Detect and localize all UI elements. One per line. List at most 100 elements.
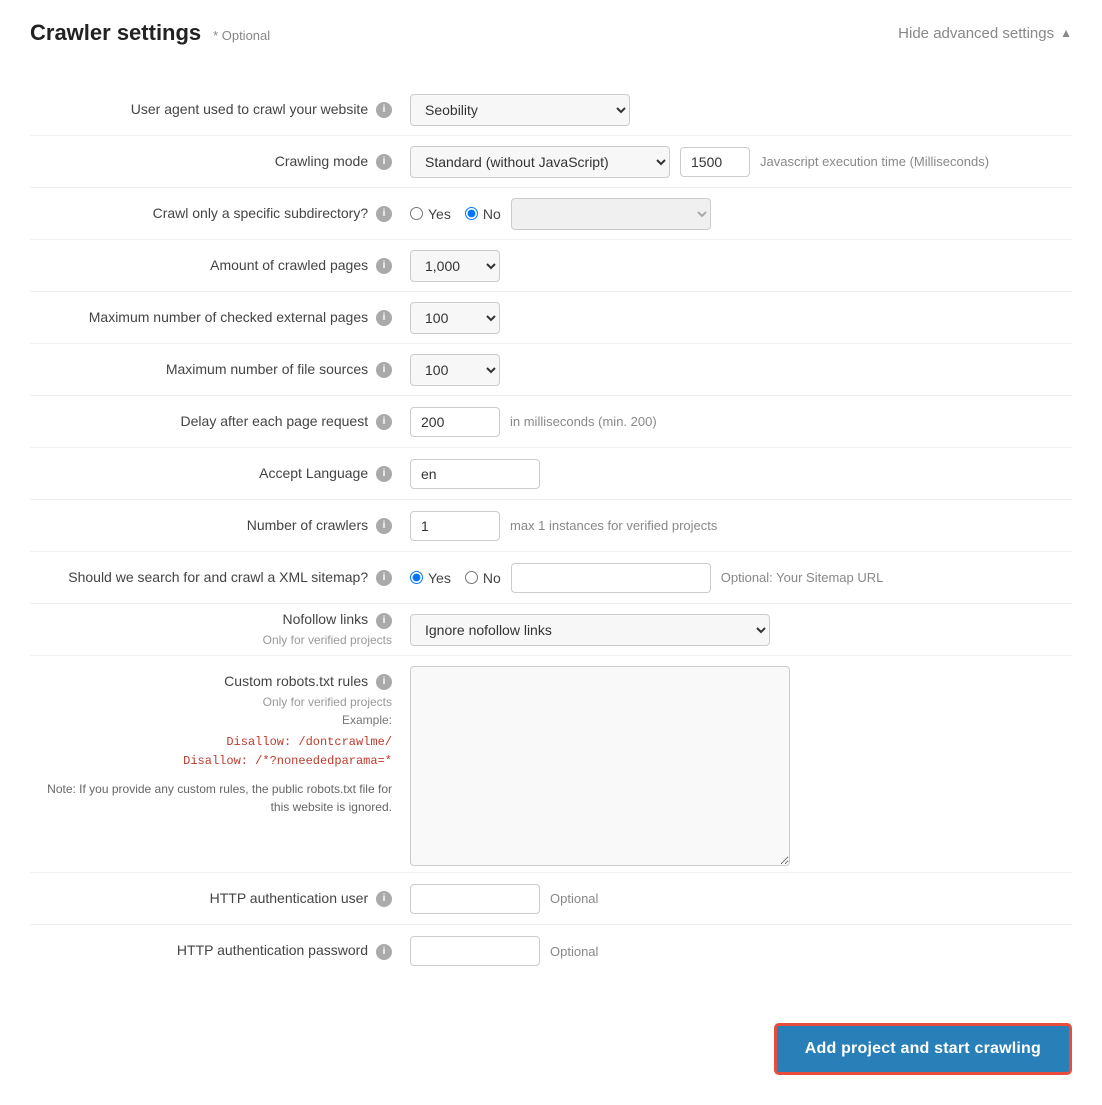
robots-example-line2: Disallow: /*?noneededparama=*: [30, 752, 392, 771]
page-title-group: Crawler settings * Optional: [30, 20, 270, 46]
http-password-input[interactable]: [410, 936, 540, 966]
http-user-info-icon[interactable]: i: [376, 891, 392, 907]
page-header: Crawler settings * Optional Hide advance…: [30, 20, 1072, 56]
file-sources-label: Maximum number of file sources i: [30, 360, 410, 380]
subdirectory-select[interactable]: [511, 198, 711, 230]
sitemap-url-hint: Optional: Your Sitemap URL: [721, 570, 884, 585]
accept-language-input[interactable]: [410, 459, 540, 489]
add-project-button[interactable]: Add project and start crawling: [774, 1023, 1072, 1075]
sitemap-url-input[interactable]: [511, 563, 711, 593]
accept-language-control: [410, 459, 1072, 489]
http-password-info-icon[interactable]: i: [376, 944, 392, 960]
xml-sitemap-info-icon[interactable]: i: [376, 570, 392, 586]
external-pages-select[interactable]: 100 50 200 500: [410, 302, 500, 334]
xml-sitemap-no-label[interactable]: No: [465, 570, 501, 586]
arrow-up-icon: ▲: [1060, 26, 1072, 40]
user-agent-label: User agent used to crawl your website i: [30, 100, 410, 120]
subdirectory-yes-radio[interactable]: [410, 207, 423, 220]
nofollow-label-col: Nofollow links i Only for verified proje…: [30, 610, 410, 648]
subdirectory-no-label[interactable]: No: [465, 206, 501, 222]
xml-sitemap-control: Yes No Optional: Your Sitemap URL: [410, 563, 1072, 593]
hide-advanced-button[interactable]: Hide advanced settings ▲: [898, 25, 1072, 42]
http-password-control: Optional: [410, 936, 1072, 966]
delay-info-icon[interactable]: i: [376, 414, 392, 430]
robots-txt-example-code: Disallow: /dontcrawlme/ Disallow: /*?non…: [30, 733, 392, 771]
robots-txt-info-icon[interactable]: i: [376, 674, 392, 690]
nofollow-sub-label: Only for verified projects: [30, 632, 392, 649]
accept-language-info-icon[interactable]: i: [376, 466, 392, 482]
js-time-hint: Javascript execution time (Milliseconds): [760, 154, 989, 169]
delay-row: Delay after each page request i in milli…: [30, 396, 1072, 448]
file-sources-select[interactable]: 100 50 200 500: [410, 354, 500, 386]
subdirectory-yes-label[interactable]: Yes: [410, 206, 451, 222]
num-crawlers-info-icon[interactable]: i: [376, 518, 392, 534]
subdirectory-label: Crawl only a specific subdirectory? i: [30, 204, 410, 224]
http-password-row: HTTP authentication password i Optional: [30, 925, 1072, 977]
xml-sitemap-label: Should we search for and crawl a XML sit…: [30, 568, 410, 588]
delay-hint: in milliseconds (min. 200): [510, 414, 657, 429]
xml-sitemap-yes-label[interactable]: Yes: [410, 570, 451, 586]
crawled-pages-info-icon[interactable]: i: [376, 258, 392, 274]
nofollow-row: Nofollow links i Only for verified proje…: [30, 604, 1072, 656]
crawled-pages-select[interactable]: 1,000 500 2,000 5,000 10,000: [410, 250, 500, 282]
xml-sitemap-radio-group: Yes No: [410, 570, 501, 586]
crawling-mode-control: Standard (without JavaScript) With JavaS…: [410, 146, 1072, 178]
external-pages-label: Maximum number of checked external pages…: [30, 308, 410, 328]
subdirectory-radio-group: Yes No: [410, 206, 501, 222]
robots-txt-textarea[interactable]: [410, 666, 790, 866]
robots-txt-row: Custom robots.txt rules i Only for verif…: [30, 656, 1072, 873]
crawling-mode-select[interactable]: Standard (without JavaScript) With JavaS…: [410, 146, 670, 178]
http-password-label: HTTP authentication password i: [30, 941, 410, 961]
crawling-mode-label: Crawling mode i: [30, 152, 410, 172]
robots-txt-label-col: Custom robots.txt rules i Only for verif…: [30, 666, 410, 816]
file-sources-row: Maximum number of file sources i 100 50 …: [30, 344, 1072, 396]
bottom-bar: Add project and start crawling: [30, 1007, 1072, 1075]
external-pages-info-icon[interactable]: i: [376, 310, 392, 326]
xml-sitemap-row: Should we search for and crawl a XML sit…: [30, 552, 1072, 604]
num-crawlers-input[interactable]: [410, 511, 500, 541]
subdirectory-control: Yes No: [410, 198, 1072, 230]
delay-input[interactable]: [410, 407, 500, 437]
xml-sitemap-yes-radio[interactable]: [410, 571, 423, 584]
xml-sitemap-no-radio[interactable]: [465, 571, 478, 584]
crawling-mode-row: Crawling mode i Standard (without JavaSc…: [30, 136, 1072, 188]
num-crawlers-label: Number of crawlers i: [30, 516, 410, 536]
user-agent-row: User agent used to crawl your website i …: [30, 84, 1072, 136]
user-agent-select[interactable]: Seobility Googlebot Custom: [410, 94, 630, 126]
file-sources-info-icon[interactable]: i: [376, 362, 392, 378]
robots-txt-control: [410, 666, 1072, 866]
accept-language-row: Accept Language i: [30, 448, 1072, 500]
user-agent-control: Seobility Googlebot Custom: [410, 94, 1072, 126]
http-user-hint: Optional: [550, 891, 598, 906]
user-agent-info-icon[interactable]: i: [376, 102, 392, 118]
nofollow-control: Ignore nofollow links Follow nofollow li…: [410, 614, 1072, 646]
crawled-pages-row: Amount of crawled pages i 1,000 500 2,00…: [30, 240, 1072, 292]
nofollow-select[interactable]: Ignore nofollow links Follow nofollow li…: [410, 614, 770, 646]
http-user-control: Optional: [410, 884, 1072, 914]
http-password-hint: Optional: [550, 944, 598, 959]
crawler-settings-form: User agent used to crawl your website i …: [30, 84, 1072, 977]
num-crawlers-control: max 1 instances for verified projects: [410, 511, 1072, 541]
http-user-row: HTTP authentication user i Optional: [30, 873, 1072, 925]
crawled-pages-control: 1,000 500 2,000 5,000 10,000: [410, 250, 1072, 282]
robots-txt-note: Note: If you provide any custom rules, t…: [30, 780, 392, 816]
robots-txt-example-label: Example:: [30, 712, 392, 729]
delay-control: in milliseconds (min. 200): [410, 407, 1072, 437]
file-sources-control: 100 50 200 500: [410, 354, 1072, 386]
subdirectory-info-icon[interactable]: i: [376, 206, 392, 222]
crawled-pages-label: Amount of crawled pages i: [30, 256, 410, 276]
page-title: Crawler settings: [30, 20, 201, 45]
js-time-input[interactable]: [680, 147, 750, 177]
subdirectory-no-radio[interactable]: [465, 207, 478, 220]
http-user-input[interactable]: [410, 884, 540, 914]
crawling-mode-info-icon[interactable]: i: [376, 154, 392, 170]
optional-badge: * Optional: [213, 28, 270, 43]
external-pages-control: 100 50 200 500: [410, 302, 1072, 334]
nofollow-info-icon[interactable]: i: [376, 613, 392, 629]
num-crawlers-hint: max 1 instances for verified projects: [510, 518, 717, 533]
subdirectory-row: Crawl only a specific subdirectory? i Ye…: [30, 188, 1072, 240]
robots-example-line1: Disallow: /dontcrawlme/: [30, 733, 392, 752]
external-pages-row: Maximum number of checked external pages…: [30, 292, 1072, 344]
delay-label: Delay after each page request i: [30, 412, 410, 432]
num-crawlers-row: Number of crawlers i max 1 instances for…: [30, 500, 1072, 552]
